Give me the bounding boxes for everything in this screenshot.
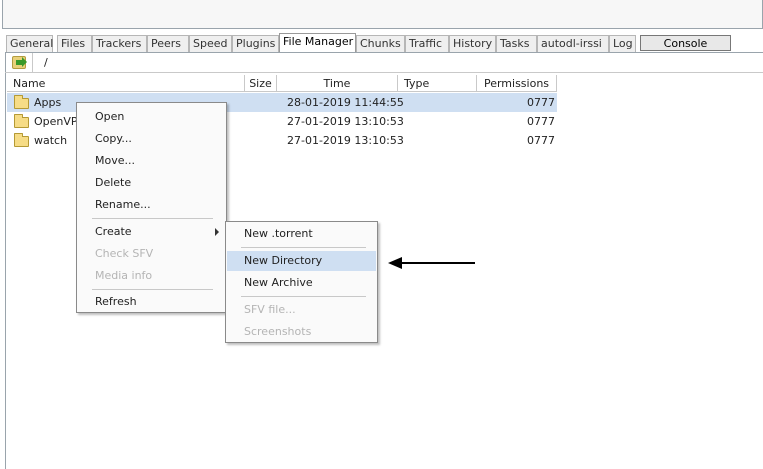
column-name[interactable]: Name (7, 75, 245, 92)
table-header: Name Size Time Type Permissions (7, 75, 557, 92)
row-time: 28-01-2019 11:44:55 (287, 96, 404, 109)
tab-trackers[interactable]: Trackers (92, 35, 147, 52)
tab-file-manager[interactable]: File Manager (279, 33, 356, 52)
menu-item-new-torrent[interactable]: New .torrent (227, 224, 376, 244)
menu-item-new-directory[interactable]: New Directory (227, 251, 376, 271)
column-type[interactable]: Type (398, 75, 477, 92)
row-permissions: 0777 (527, 96, 555, 109)
column-size[interactable]: Size (245, 75, 277, 92)
tab-traffic[interactable]: Traffic (405, 35, 449, 52)
tab-tasks[interactable]: Tasks (496, 35, 537, 52)
menu-separator (241, 296, 366, 297)
menu-separator (241, 247, 366, 248)
column-time[interactable]: Time (277, 75, 398, 92)
menu-item-screenshots: Screenshots (244, 325, 312, 338)
tab-autodl-irssi[interactable]: autodl-irssi (537, 35, 609, 52)
row-permissions: 0777 (527, 134, 555, 147)
path-bar: / (5, 53, 763, 73)
column-permissions[interactable]: Permissions (477, 75, 557, 92)
folder-icon (14, 95, 29, 109)
menu-item-copy[interactable]: Copy... (78, 129, 225, 149)
menu-item-create[interactable]: Create (78, 222, 225, 242)
tab-log[interactable]: Log (609, 35, 636, 52)
menu-item-refresh[interactable]: Refresh (78, 292, 225, 312)
row-time: 27-01-2019 13:10:53 (287, 115, 404, 128)
folder-icon (14, 133, 29, 147)
row-time: 27-01-2019 13:10:53 (287, 134, 404, 147)
menu-item-media-info: Media info (95, 269, 153, 282)
menu-item-move[interactable]: Move... (78, 151, 225, 171)
menu-item-sfv-file: SFV file... (244, 303, 296, 316)
navigate-up-icon[interactable] (12, 56, 27, 69)
path-divider (32, 53, 33, 72)
tab-files[interactable]: Files (57, 35, 92, 52)
current-path[interactable]: / (44, 56, 48, 69)
context-menu: Open Copy... Move... Delete Rename... Cr… (76, 102, 227, 313)
menu-item-new-archive[interactable]: New Archive (227, 273, 376, 293)
top-panel (2, 0, 763, 29)
menu-item-delete[interactable]: Delete (78, 173, 225, 193)
folder-icon (14, 114, 29, 128)
row-name: OpenVP (34, 115, 78, 128)
tab-peers[interactable]: Peers (147, 35, 189, 52)
annotation-arrow-line (397, 262, 475, 264)
row-name: watch (34, 134, 68, 147)
row-name: Apps (34, 96, 62, 109)
tab-chunks[interactable]: Chunks (356, 35, 405, 52)
tab-speed[interactable]: Speed (189, 35, 232, 52)
menu-item-open[interactable]: Open (78, 107, 225, 127)
create-submenu: New .torrent New Directory New Archive S… (225, 221, 378, 343)
menu-separator (92, 218, 213, 219)
tab-history[interactable]: History (449, 35, 496, 52)
tab-plugins[interactable]: Plugins (232, 35, 279, 52)
arrow-icon (16, 57, 27, 67)
submenu-arrow-icon (215, 228, 219, 236)
tab-general[interactable]: General (6, 35, 53, 52)
menu-separator (92, 289, 213, 290)
annotation-arrow-icon (388, 257, 402, 269)
row-permissions: 0777 (527, 115, 555, 128)
tab-console[interactable]: Console (640, 35, 731, 51)
menu-item-rename[interactable]: Rename... (78, 195, 225, 215)
menu-item-check-sfv: Check SFV (95, 247, 154, 260)
